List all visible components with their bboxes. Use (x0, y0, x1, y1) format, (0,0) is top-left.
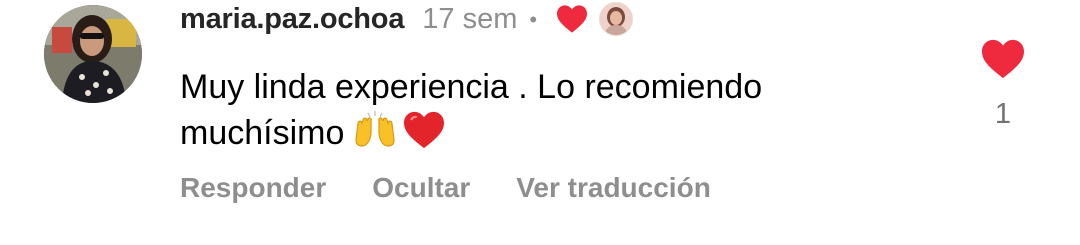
translate-button[interactable]: Ver traducción (516, 172, 711, 204)
hide-button[interactable]: Ocultar (372, 172, 470, 204)
raising-hands-emoji-icon (352, 110, 398, 162)
avatar[interactable] (44, 5, 142, 103)
creator-avatar (599, 2, 634, 36)
reply-button[interactable]: Responder (180, 172, 326, 204)
comment-text: Muy linda experiencia . Lo recomiendo mu… (180, 64, 940, 162)
creator-liked-heart-icon (555, 4, 589, 34)
comment-timestamp: 17 sem (422, 2, 518, 35)
comment-actions: Responder Ocultar Ver traducción (180, 172, 757, 204)
comment-text-line: Muy linda experiencia . Lo recomiendo (180, 68, 763, 106)
comment-item: maria.paz.ochoa 17 sem • Muy linda exper… (0, 0, 1080, 245)
comment-text-line: muchísimo (180, 110, 940, 162)
red-heart-emoji-icon (402, 110, 446, 162)
username-link[interactable]: maria.paz.ochoa (180, 3, 404, 36)
like-count[interactable]: 1 (980, 98, 1026, 131)
like-heart-icon[interactable] (980, 38, 1026, 82)
comment-text-word: muchísimo (180, 114, 345, 152)
comment-header: maria.paz.ochoa 17 sem • (180, 1, 634, 37)
separator-dot: • (529, 7, 538, 32)
avatar-image (44, 5, 142, 103)
